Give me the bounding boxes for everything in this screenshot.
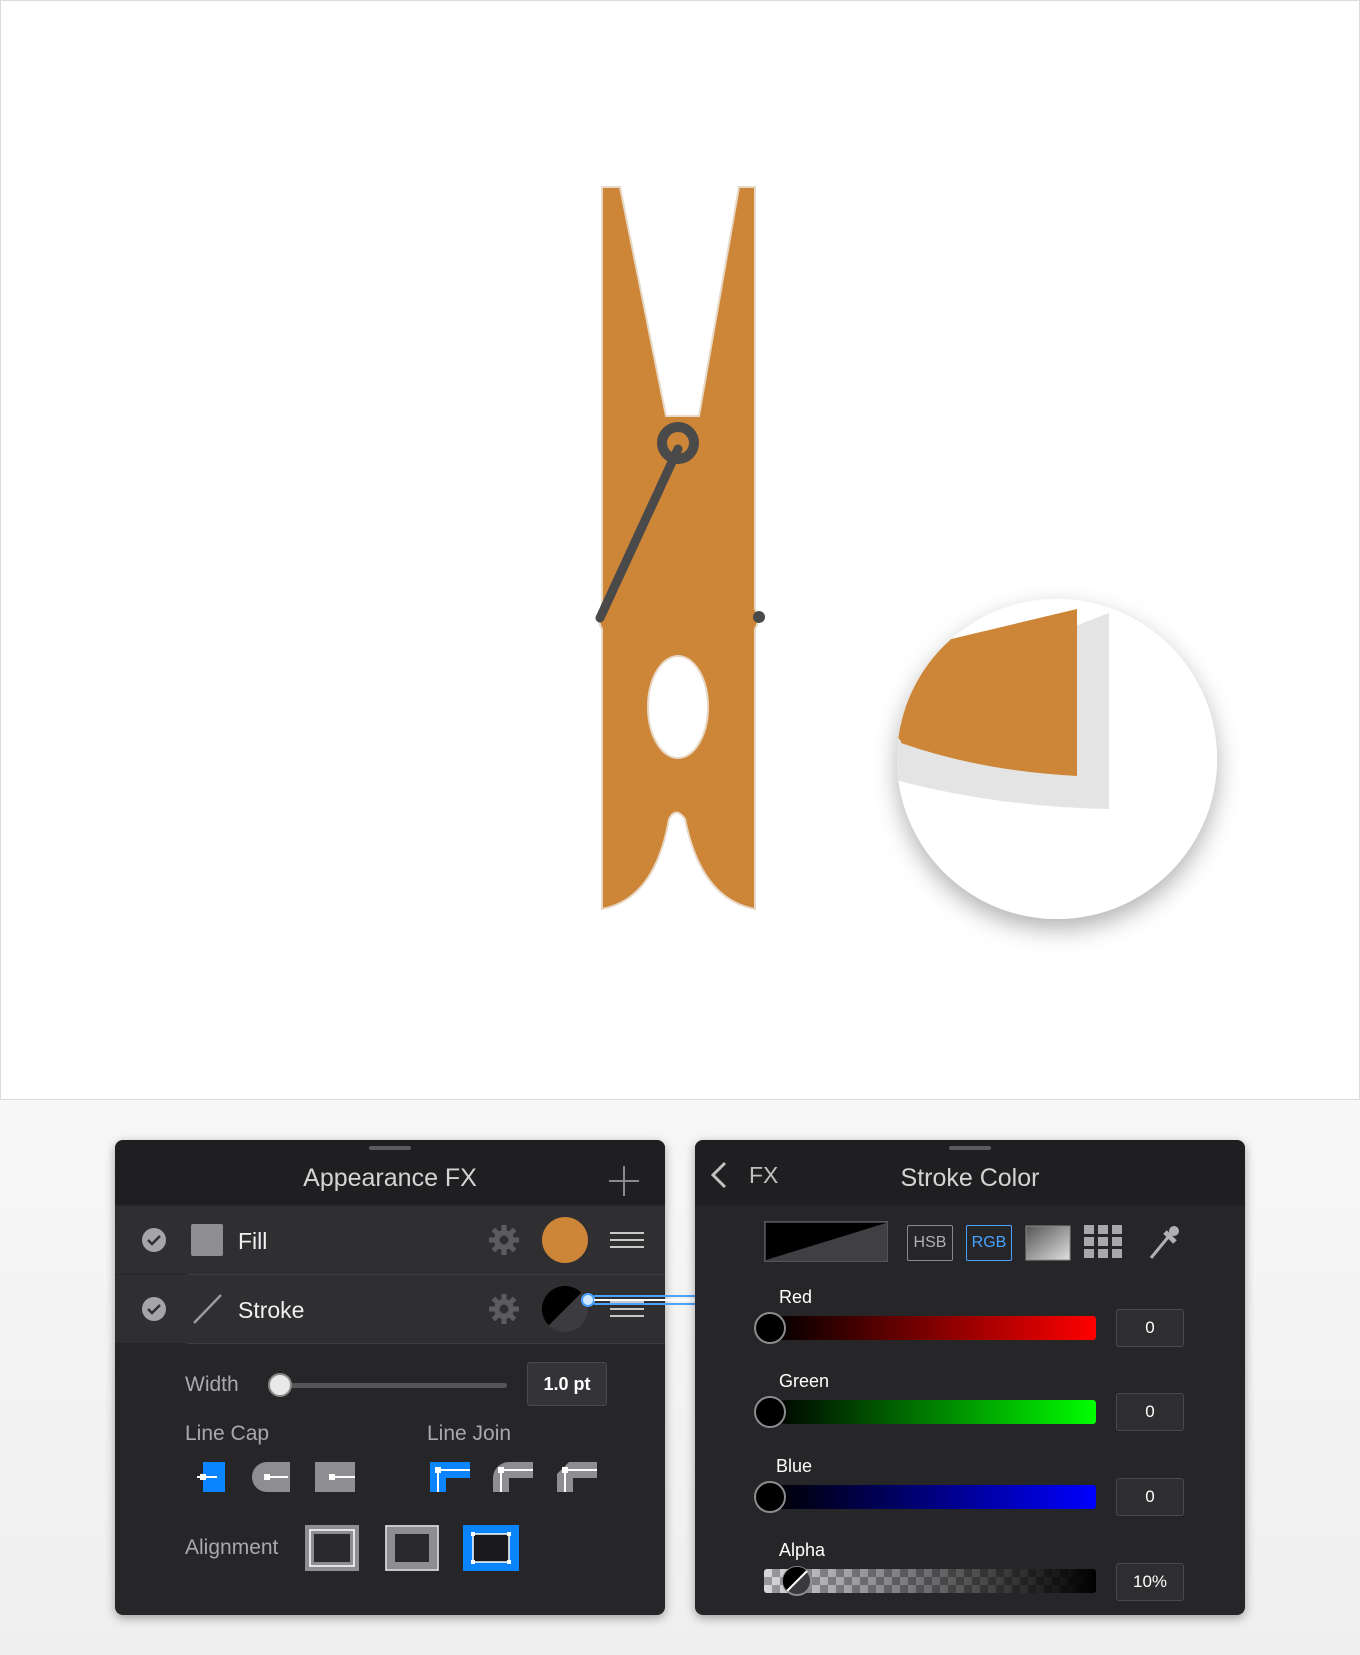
panel-title: Appearance FX bbox=[303, 1164, 477, 1192]
green-label: Green bbox=[779, 1371, 830, 1391]
stroke-color-panel: FX Stroke Color HSB RGB Red 0 Green 0 Bl… bbox=[695, 1140, 1245, 1615]
anchor-point[interactable] bbox=[753, 611, 765, 623]
clothespin-illustration bbox=[595, 186, 1217, 919]
gear-icon[interactable] bbox=[488, 1224, 520, 1256]
alpha-slider-thumb[interactable] bbox=[781, 1565, 813, 1597]
reorder-handle-icon[interactable] bbox=[610, 1232, 644, 1253]
fill-row[interactable]: Fill bbox=[115, 1206, 665, 1274]
red-label: Red bbox=[779, 1287, 813, 1307]
green-value[interactable]: 0 bbox=[1116, 1393, 1184, 1431]
gradient-mode-icon[interactable] bbox=[1025, 1225, 1071, 1266]
blue-slider[interactable] bbox=[770, 1485, 1096, 1509]
panel-grip[interactable] bbox=[949, 1146, 991, 1150]
red-slider[interactable] bbox=[770, 1316, 1096, 1340]
blue-slider-thumb[interactable] bbox=[754, 1481, 786, 1513]
round-join-button[interactable] bbox=[493, 1460, 533, 1499]
divider bbox=[187, 1343, 665, 1344]
miter-join-button[interactable] bbox=[430, 1460, 470, 1499]
alignment-label: Alignment bbox=[185, 1536, 279, 1559]
swatches-grid-icon[interactable] bbox=[1084, 1225, 1126, 1264]
width-slider-thumb[interactable] bbox=[268, 1373, 292, 1397]
panels-area: Appearance FX Fill Stroke Width 1.0 pt L… bbox=[0, 1100, 1360, 1655]
hsb-mode-button[interactable]: HSB bbox=[907, 1225, 953, 1261]
fill-color-swatch[interactable] bbox=[542, 1217, 588, 1263]
width-label: Width bbox=[185, 1373, 239, 1396]
clothespin-hole bbox=[647, 655, 709, 759]
stroke-label: Stroke bbox=[238, 1297, 305, 1323]
blue-value[interactable]: 0 bbox=[1116, 1478, 1184, 1516]
checkmark-icon[interactable] bbox=[142, 1228, 166, 1252]
line-cap-label: Line Cap bbox=[185, 1422, 270, 1445]
eyedropper-icon[interactable] bbox=[1145, 1222, 1181, 1267]
red-slider-thumb[interactable] bbox=[754, 1312, 786, 1344]
alpha-value[interactable]: 10% bbox=[1116, 1563, 1184, 1601]
artboard bbox=[0, 0, 1360, 1100]
panel-title: Stroke Color bbox=[900, 1164, 1040, 1192]
appearance-fx-panel: Appearance FX Fill Stroke Width 1.0 pt L… bbox=[115, 1140, 665, 1615]
red-value[interactable]: 0 bbox=[1116, 1309, 1184, 1347]
alpha-label: Alpha bbox=[779, 1540, 826, 1560]
fill-label: Fill bbox=[238, 1228, 268, 1254]
blue-label: Blue bbox=[776, 1456, 813, 1476]
gear-icon[interactable] bbox=[488, 1293, 520, 1325]
stroke-line-icon bbox=[191, 1293, 223, 1325]
alpha-slider[interactable] bbox=[764, 1569, 1096, 1593]
green-slider-thumb[interactable] bbox=[754, 1396, 786, 1428]
square-cap-button[interactable] bbox=[315, 1460, 355, 1499]
connector-line bbox=[581, 1293, 698, 1307]
panel-grip[interactable] bbox=[369, 1146, 411, 1150]
align-inside-button[interactable] bbox=[305, 1525, 359, 1576]
round-cap-button[interactable] bbox=[250, 1460, 290, 1499]
rgb-mode-button[interactable]: RGB bbox=[966, 1225, 1012, 1261]
clothespin-body[interactable] bbox=[598, 186, 759, 911]
butt-cap-button[interactable] bbox=[197, 1460, 225, 1499]
checkmark-icon[interactable] bbox=[142, 1297, 166, 1321]
bevel-join-button[interactable] bbox=[557, 1460, 597, 1499]
align-center-button[interactable] bbox=[385, 1525, 439, 1576]
green-slider[interactable] bbox=[770, 1400, 1096, 1424]
zoom-magnifier bbox=[897, 599, 1217, 919]
align-outside-button[interactable] bbox=[463, 1525, 519, 1576]
fill-square-icon bbox=[191, 1224, 223, 1256]
width-value[interactable]: 1.0 pt bbox=[527, 1362, 607, 1406]
line-join-label: Line Join bbox=[427, 1422, 512, 1445]
color-preview bbox=[763, 1220, 889, 1263]
width-slider-track[interactable] bbox=[272, 1383, 507, 1388]
plus-icon[interactable] bbox=[607, 1164, 641, 1198]
